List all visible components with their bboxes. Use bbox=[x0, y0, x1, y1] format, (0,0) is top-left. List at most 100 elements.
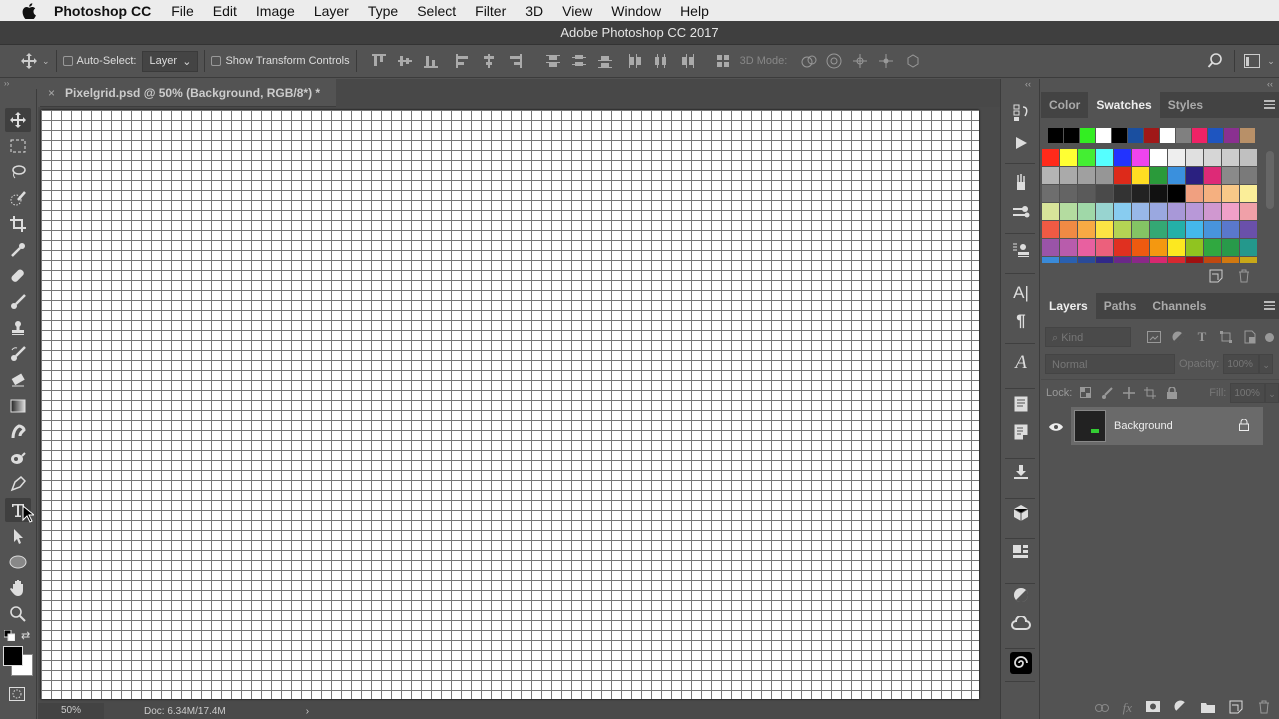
color-swatch[interactable] bbox=[1168, 149, 1185, 166]
lock-image-icon[interactable] bbox=[1100, 386, 1115, 399]
show-transform-checkbox[interactable]: Show Transform Controls bbox=[211, 55, 350, 67]
menu-edit[interactable]: Edit bbox=[213, 3, 237, 19]
swap-colors-icon[interactable]: ⇄ bbox=[21, 629, 30, 642]
align-bottom-icon[interactable] bbox=[423, 53, 440, 70]
new-group-icon[interactable] bbox=[1201, 701, 1215, 716]
color-swatch[interactable] bbox=[1114, 239, 1131, 256]
color-swatch[interactable] bbox=[1222, 167, 1239, 184]
filter-toggle-icon[interactable] bbox=[1265, 332, 1274, 342]
color-swatch[interactable] bbox=[1240, 239, 1257, 256]
apple-icon[interactable] bbox=[20, 2, 38, 20]
color-swatch[interactable] bbox=[1150, 257, 1167, 263]
filter-adjustment-icon[interactable] bbox=[1169, 331, 1187, 343]
lock-position-icon[interactable] bbox=[1121, 386, 1136, 399]
color-swatch[interactable] bbox=[1222, 185, 1239, 202]
add-mask-icon[interactable] bbox=[1146, 701, 1160, 715]
color-swatch[interactable] bbox=[1096, 149, 1113, 166]
color-swatch[interactable] bbox=[1186, 149, 1203, 166]
color-swatch[interactable] bbox=[1132, 221, 1149, 238]
menu-type[interactable]: Type bbox=[368, 3, 398, 19]
search-icon[interactable] bbox=[1202, 53, 1228, 69]
color-swatch[interactable] bbox=[1060, 203, 1077, 220]
gradient-tool[interactable] bbox=[5, 394, 31, 418]
color-swatch[interactable] bbox=[1096, 239, 1113, 256]
color-swatch[interactable] bbox=[1096, 167, 1113, 184]
color-swatch[interactable] bbox=[1132, 239, 1149, 256]
menu-layer[interactable]: Layer bbox=[314, 3, 349, 19]
color-swatch[interactable] bbox=[1060, 167, 1077, 184]
color-swatch[interactable] bbox=[1042, 257, 1059, 263]
foreground-color-swatch[interactable] bbox=[3, 646, 23, 666]
marquee-tool[interactable] bbox=[5, 134, 31, 158]
color-swatch[interactable] bbox=[1150, 167, 1167, 184]
color-swatch[interactable] bbox=[1168, 167, 1185, 184]
filter-smart-object-icon[interactable] bbox=[1241, 330, 1259, 344]
info-panel-icon[interactable] bbox=[1010, 421, 1032, 443]
opacity-dropdown[interactable]: ⌄ bbox=[1259, 354, 1274, 374]
color-swatch[interactable] bbox=[1078, 167, 1095, 184]
color-swatch[interactable] bbox=[1042, 239, 1059, 256]
delete-swatch-icon[interactable] bbox=[1237, 269, 1251, 286]
3d-scale-icon[interactable] bbox=[899, 53, 925, 69]
align-top-icon[interactable] bbox=[371, 53, 388, 70]
color-swatch[interactable] bbox=[1060, 257, 1077, 263]
panel-menu-icon[interactable] bbox=[1264, 100, 1275, 109]
color-swatch[interactable] bbox=[1240, 203, 1257, 220]
color-swatch[interactable] bbox=[1150, 149, 1167, 166]
tab-swatches[interactable]: Swatches bbox=[1088, 92, 1160, 118]
delete-layer-icon[interactable] bbox=[1257, 700, 1271, 717]
filter-type-icon[interactable]: T bbox=[1193, 329, 1211, 345]
distribute-top-icon[interactable] bbox=[545, 53, 562, 70]
new-layer-icon[interactable] bbox=[1229, 700, 1243, 717]
color-swatch[interactable] bbox=[1132, 167, 1149, 184]
chevron-down-icon[interactable]: ⌄ bbox=[1263, 56, 1279, 67]
history-brush-tool[interactable] bbox=[5, 342, 31, 366]
color-swatch[interactable] bbox=[1186, 203, 1203, 220]
color-swatch[interactable] bbox=[1114, 203, 1131, 220]
3d-slide-icon[interactable] bbox=[873, 53, 899, 69]
color-swatch[interactable] bbox=[1060, 239, 1077, 256]
color-swatch[interactable] bbox=[1186, 257, 1203, 263]
align-left-icon[interactable] bbox=[455, 53, 472, 70]
path-selection-tool[interactable] bbox=[5, 524, 31, 548]
canvas-area[interactable] bbox=[38, 107, 1000, 703]
color-swatch[interactable] bbox=[1042, 185, 1059, 202]
color-swatch[interactable] bbox=[1240, 149, 1257, 166]
auto-select-dropdown[interactable]: Layer ⌄ bbox=[142, 50, 199, 72]
lock-artboard-icon[interactable] bbox=[1142, 386, 1157, 399]
recent-swatch[interactable] bbox=[1160, 128, 1175, 143]
color-swatch[interactable] bbox=[1240, 257, 1257, 263]
color-swatch[interactable] bbox=[1222, 203, 1239, 220]
color-swatch[interactable] bbox=[1168, 203, 1185, 220]
color-swatch[interactable] bbox=[1186, 185, 1203, 202]
distribute-hcenter-icon[interactable] bbox=[653, 53, 670, 70]
menu-select[interactable]: Select bbox=[417, 3, 456, 19]
recent-swatch[interactable] bbox=[1080, 128, 1095, 143]
distribute-left-icon[interactable] bbox=[627, 53, 644, 70]
color-swatch[interactable] bbox=[1060, 185, 1077, 202]
color-swatch[interactable] bbox=[1114, 167, 1131, 184]
filter-pixel-icon[interactable] bbox=[1145, 331, 1163, 343]
color-swatch[interactable] bbox=[1204, 167, 1221, 184]
pen-tool[interactable] bbox=[5, 472, 31, 496]
tools-collapse-icon[interactable]: ›› bbox=[0, 79, 40, 89]
history-panel-icon[interactable] bbox=[1010, 102, 1032, 124]
color-swatch[interactable] bbox=[1168, 257, 1185, 263]
fill-dropdown[interactable]: ⌄ bbox=[1265, 382, 1279, 403]
chevron-down-icon[interactable]: ⌄ bbox=[42, 56, 50, 67]
new-adjustment-layer-icon[interactable] bbox=[1174, 700, 1187, 716]
plugin-spiral-icon[interactable] bbox=[1010, 652, 1032, 674]
swatches-scrollbar[interactable] bbox=[1266, 151, 1274, 209]
color-swatch[interactable] bbox=[1204, 257, 1221, 263]
3d-pan-icon[interactable] bbox=[847, 53, 873, 69]
align-right-icon[interactable] bbox=[507, 53, 524, 70]
color-swatch[interactable] bbox=[1150, 203, 1167, 220]
opacity-field[interactable]: 100% bbox=[1223, 354, 1260, 374]
crop-tool[interactable] bbox=[5, 212, 31, 236]
color-swatch[interactable] bbox=[1150, 185, 1167, 202]
3d-roll-icon[interactable] bbox=[821, 53, 847, 69]
smudge-tool[interactable] bbox=[5, 420, 31, 444]
menu-image[interactable]: Image bbox=[256, 3, 295, 19]
move-tool-preset-icon[interactable] bbox=[20, 52, 38, 70]
recent-swatch[interactable] bbox=[1112, 128, 1127, 143]
